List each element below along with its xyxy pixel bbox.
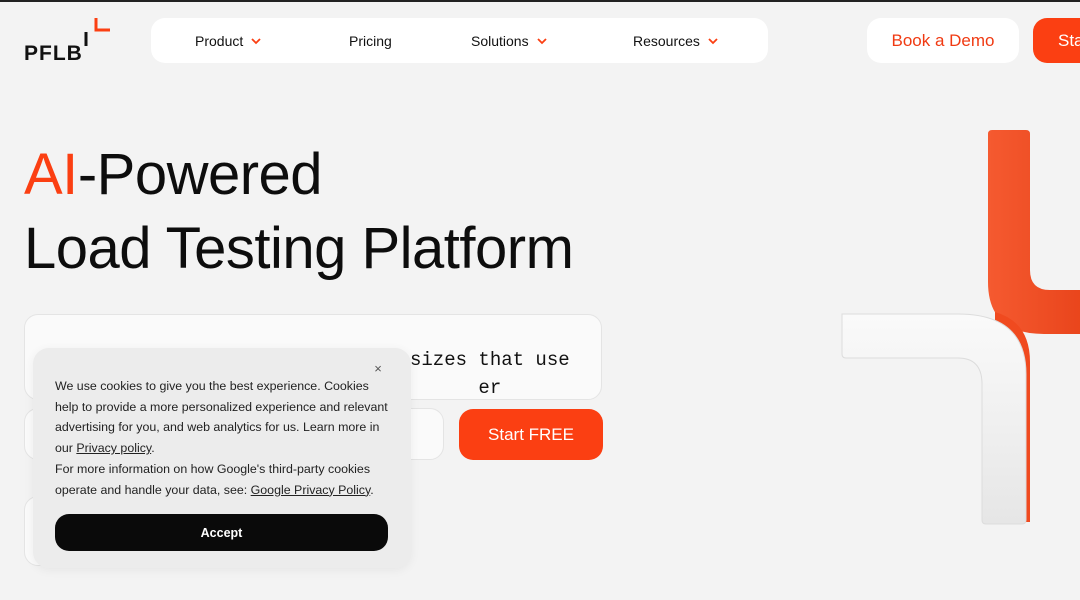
nav-item-pricing[interactable]: Pricing <box>349 18 392 63</box>
nav-item-label: Pricing <box>349 32 392 49</box>
hero-title-accent: AI <box>24 142 78 207</box>
nav-item-product[interactable]: Product <box>195 18 261 63</box>
start-free-button[interactable]: Start FREE <box>459 409 603 460</box>
cookie-text: . <box>151 441 155 456</box>
logo-text: PFLB <box>24 42 83 65</box>
decorative-bracket-graphic <box>841 130 1080 525</box>
corner-mark-icon <box>84 18 110 46</box>
pflb-logo[interactable]: PFLB <box>24 16 120 66</box>
cookie-banner: × We use cookies to give you the best ex… <box>33 348 411 568</box>
hero-title: AI-Powered Load Testing Platform <box>24 138 574 286</box>
prompt-input-text: sizes that use er <box>410 349 570 399</box>
privacy-policy-link[interactable]: Privacy policy <box>76 441 151 455</box>
start-button[interactable]: Sta <box>1033 18 1080 63</box>
main-nav: Product Pricing Solutions Resources <box>151 18 768 63</box>
cookie-message: We use cookies to give you the best expe… <box>55 376 395 500</box>
nav-item-solutions[interactable]: Solutions <box>471 18 547 63</box>
nav-item-resources[interactable]: Resources <box>633 18 718 63</box>
google-privacy-link[interactable]: Google Privacy Policy <box>251 483 371 497</box>
hero-title-line1: -Powered <box>77 142 323 207</box>
nav-item-label: Resources <box>633 32 700 49</box>
chevron-down-icon <box>536 37 547 44</box>
close-icon[interactable]: × <box>371 362 385 376</box>
book-demo-button[interactable]: Book a Demo <box>867 18 1019 63</box>
chevron-down-icon <box>251 37 261 44</box>
cookie-text: . <box>370 482 374 497</box>
chevron-down-icon <box>708 37 718 44</box>
nav-item-label: Solutions <box>471 32 529 49</box>
accept-cookies-button[interactable]: Accept <box>55 514 388 551</box>
hero-title-line2: Load Testing Platform <box>24 216 574 281</box>
nav-item-label: Product <box>195 32 244 49</box>
